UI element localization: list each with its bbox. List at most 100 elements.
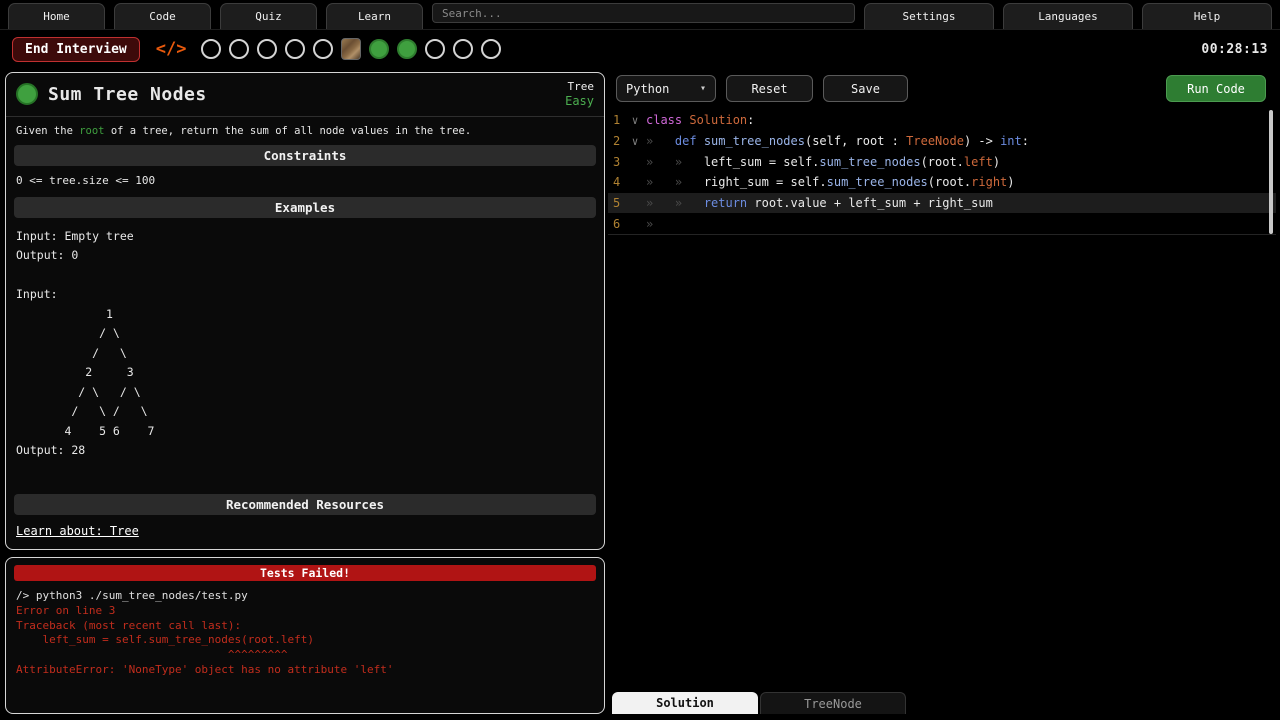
problem-status-icon	[16, 83, 38, 105]
console-error-output: Error on line 3 Traceback (most recent c…	[16, 604, 594, 678]
fold-chevron-icon[interactable]: ∨	[624, 114, 646, 127]
constraints-text: 0 <= tree.size <= 100	[6, 170, 604, 193]
line-number: 6	[608, 217, 624, 231]
problem-meta: Tree Easy	[565, 80, 594, 109]
tests-status-banner: Tests Failed!	[14, 565, 596, 581]
nav-tab-learn[interactable]: Learn	[326, 3, 423, 29]
problem-panel: Sum Tree Nodes Tree Easy Given the root …	[5, 72, 605, 550]
indent-guide-icon: »	[675, 196, 704, 210]
problem-title: Sum Tree Nodes	[48, 84, 207, 105]
code-line-5[interactable]: 5 » » return root.value + left_sum + righ…	[608, 193, 1276, 214]
problem-difficulty: Easy	[565, 94, 594, 109]
constraints-header: Constraints	[14, 145, 596, 166]
code-line-6[interactable]: 6»	[608, 213, 1276, 234]
code-token: sum_tree_nodes	[704, 134, 805, 148]
tab-treenode[interactable]: TreeNode	[760, 692, 906, 714]
test-console: /> python3 ./sum_tree_nodes/test.py Erro…	[6, 586, 604, 681]
save-button[interactable]: Save	[823, 75, 908, 102]
code-token: (root.	[921, 155, 964, 169]
code-token: root.value + left_sum + right_sum	[747, 196, 993, 210]
code-token: right_sum = self.	[704, 175, 827, 189]
code-token: )	[993, 155, 1000, 169]
line-number: 3	[608, 155, 624, 169]
scrollbar-thumb[interactable]	[1269, 110, 1273, 234]
code-token: TreeNode	[906, 134, 964, 148]
problem-description: Given the root of a tree, return the sum…	[6, 117, 604, 141]
progress-dot-empty[interactable]	[453, 39, 473, 59]
progress-dot-empty[interactable]	[201, 39, 221, 59]
progress-dot-empty[interactable]	[313, 39, 333, 59]
description-suffix: of a tree, return the sum of all node va…	[105, 125, 472, 137]
search-input[interactable]	[432, 3, 855, 23]
code-token: sum_tree_nodes	[827, 175, 928, 189]
code-token: class	[646, 113, 682, 127]
indent-guide-icon: »	[646, 196, 675, 210]
nav-tab-settings[interactable]: Settings	[864, 3, 994, 29]
nav-tab-languages[interactable]: Languages	[1003, 3, 1133, 29]
code-token: left	[964, 155, 993, 169]
indent-guide-icon: »	[646, 134, 675, 148]
nav-tab-quiz[interactable]: Quiz	[220, 3, 317, 29]
fold-chevron-icon[interactable]: ∨	[624, 135, 646, 148]
code-token: int	[1000, 134, 1022, 148]
reset-button[interactable]: Reset	[726, 75, 813, 102]
progress-dot-empty[interactable]	[257, 39, 277, 59]
description-highlight: root	[79, 125, 104, 137]
end-interview-button[interactable]: End Interview	[12, 37, 140, 62]
progress-dot-empty[interactable]	[285, 39, 305, 59]
indent-guide-icon: »	[675, 155, 704, 169]
code-line-1[interactable]: 1∨class Solution:	[608, 110, 1276, 131]
nav-tab-help[interactable]: Help	[1142, 3, 1272, 29]
problem-header: Sum Tree Nodes Tree Easy	[6, 73, 604, 117]
session-bar: End Interview </> 00:28:13	[0, 30, 1280, 68]
code-token: (root.	[928, 175, 971, 189]
tests-panel: Tests Failed! /> python3 ./sum_tree_node…	[5, 557, 605, 714]
progress-dot-complete[interactable]	[397, 39, 417, 59]
code-token: ) ->	[964, 134, 1000, 148]
nav-tab-code[interactable]: Code	[114, 3, 211, 29]
progress-dots	[201, 38, 501, 60]
top-nav: Home Code Quiz Learn Settings Languages …	[0, 0, 1280, 30]
code-line-2[interactable]: 2∨» def sum_tree_nodes(self, root : Tree…	[608, 131, 1276, 152]
description-prefix: Given the	[16, 125, 79, 137]
indent-guide-icon: »	[646, 217, 653, 231]
resource-link[interactable]: Learn about: Tree	[16, 524, 139, 538]
code-token: )	[1007, 175, 1014, 189]
indent-guide-icon: »	[675, 175, 704, 189]
progress-dot-empty[interactable]	[229, 39, 249, 59]
code-line-3[interactable]: 3 » » left_sum = self.sum_tree_nodes(root…	[608, 151, 1276, 172]
avatar[interactable]	[341, 38, 361, 60]
code-editor[interactable]: 1∨class Solution:2∨» def sum_tree_nodes(…	[608, 110, 1276, 688]
code-token: :	[747, 113, 754, 127]
line-number: 4	[608, 175, 624, 189]
line-number: 1	[608, 113, 624, 127]
problem-category: Tree	[565, 80, 594, 94]
chevron-down-icon: ▾	[700, 83, 706, 94]
language-select[interactable]: Python ▾	[616, 75, 716, 102]
progress-dot-empty[interactable]	[425, 39, 445, 59]
line-number: 2	[608, 134, 624, 148]
code-token	[697, 134, 704, 148]
editor-toolbar: Python ▾ Reset Save Run Code	[616, 75, 1266, 103]
code-lines: 1∨class Solution:2∨» def sum_tree_nodes(…	[608, 110, 1276, 235]
run-code-button[interactable]: Run Code	[1166, 75, 1266, 102]
tab-solution[interactable]: Solution	[612, 692, 758, 714]
progress-dot-empty[interactable]	[481, 39, 501, 59]
resources-section: Recommended Resources Learn about: Tree	[6, 490, 604, 549]
progress-dot-complete[interactable]	[369, 39, 389, 59]
line-number: 5	[608, 196, 624, 210]
code-token: def	[675, 134, 697, 148]
code-token: left_sum = self.	[704, 155, 820, 169]
examples-text: Input: Empty tree Output: 0 Input: 1 / \…	[6, 222, 604, 466]
code-token	[682, 113, 689, 127]
code-token: sum_tree_nodes	[819, 155, 920, 169]
code-token: :	[1022, 134, 1029, 148]
session-timer: 00:28:13	[1201, 42, 1268, 57]
language-select-value: Python	[626, 82, 669, 96]
code-line-4[interactable]: 4» » right_sum = self.sum_tree_nodes(roo…	[608, 172, 1276, 193]
code-token: return	[704, 196, 747, 210]
code-token: (self, root :	[805, 134, 906, 148]
code-token: right	[971, 175, 1007, 189]
nav-tab-home[interactable]: Home	[8, 3, 105, 29]
indent-guide-icon: »	[646, 155, 675, 169]
